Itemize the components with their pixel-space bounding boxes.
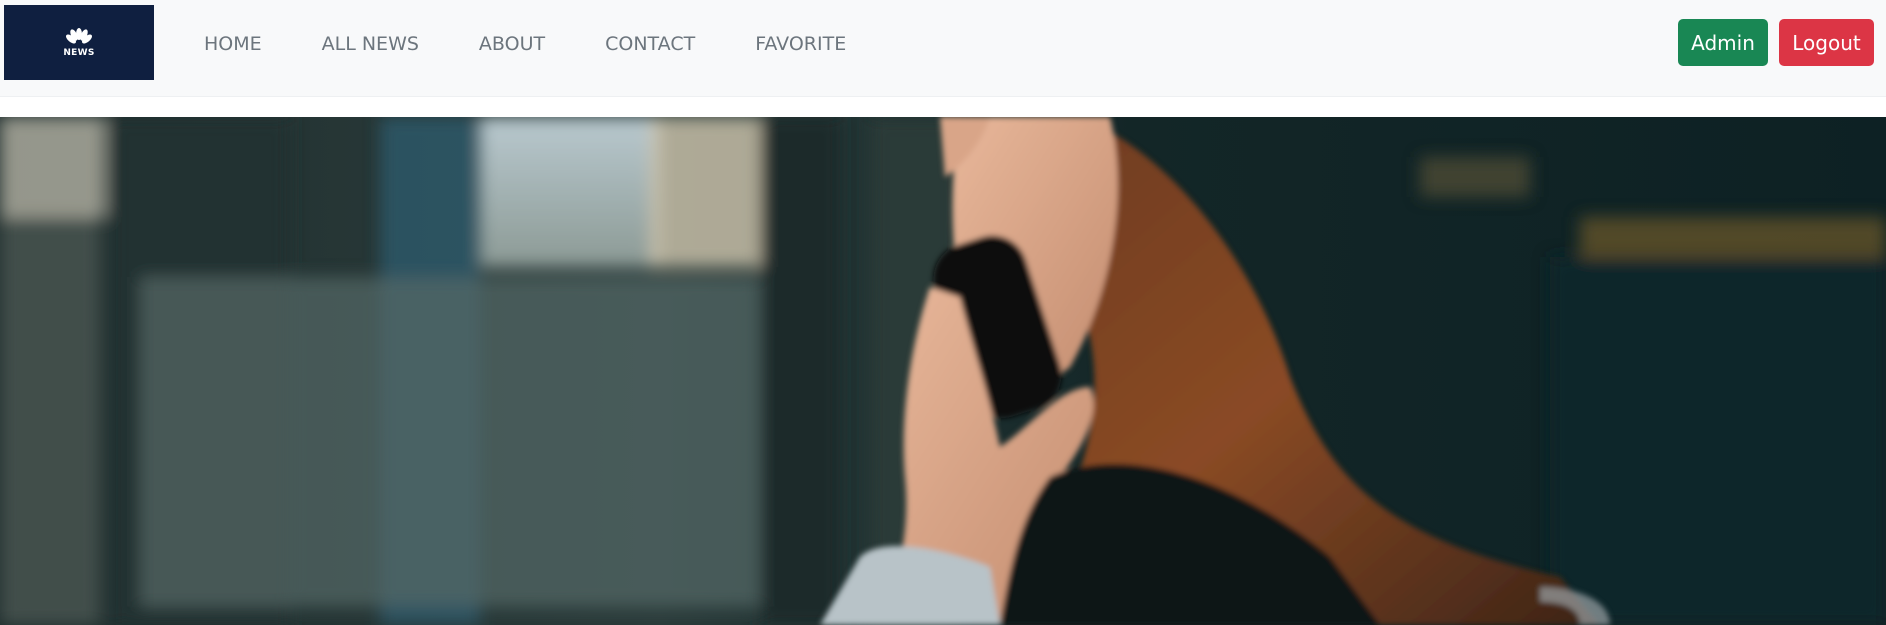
hero-image bbox=[0, 117, 1886, 625]
nav-home[interactable]: HOME bbox=[204, 33, 262, 55]
top-navbar: NEWS HOME ALL NEWS ABOUT CONTACT FAVORIT… bbox=[0, 0, 1886, 97]
nav-all-news[interactable]: ALL NEWS bbox=[322, 33, 419, 55]
brand-logo[interactable]: NEWS bbox=[4, 5, 154, 80]
nav-about[interactable]: ABOUT bbox=[479, 33, 545, 55]
peacock-icon bbox=[66, 28, 92, 44]
admin-button[interactable]: Admin bbox=[1678, 19, 1768, 66]
main-nav: HOME ALL NEWS ABOUT CONTACT FAVORITE bbox=[204, 0, 906, 88]
nav-contact[interactable]: CONTACT bbox=[605, 33, 695, 55]
woman-on-phone-photo bbox=[0, 117, 1886, 625]
nav-favorite[interactable]: FAVORITE bbox=[755, 33, 846, 55]
logout-button[interactable]: Logout bbox=[1779, 19, 1874, 66]
brand-logo-text: NEWS bbox=[63, 48, 95, 58]
